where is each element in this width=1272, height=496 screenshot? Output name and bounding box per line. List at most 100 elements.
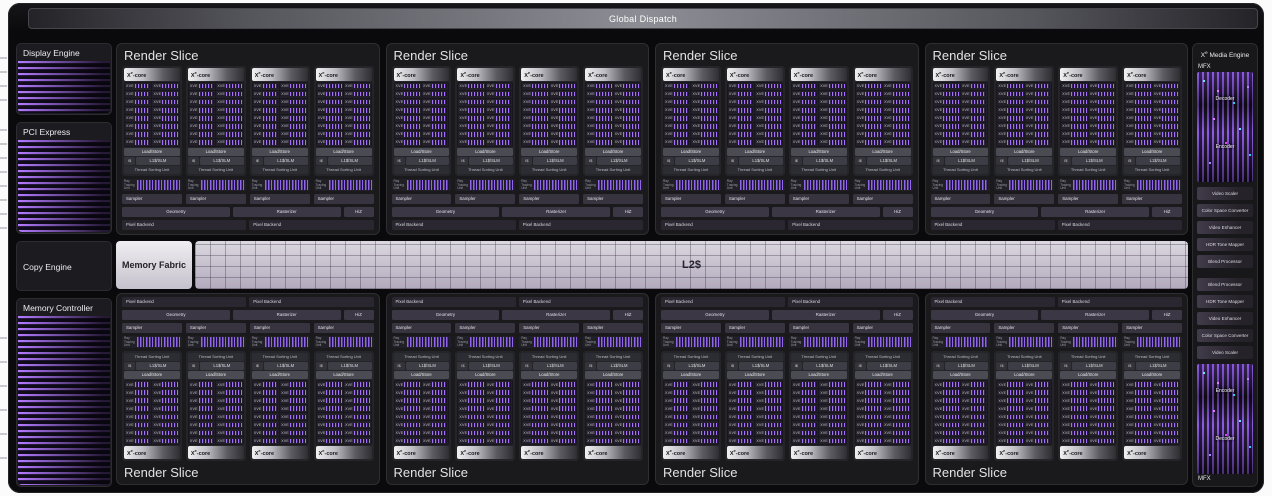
xve-hatch-icon — [1007, 415, 1023, 419]
ray-tracing-unit-label: Ray Tracing Unit — [186, 336, 201, 348]
geometry-row: GeometryRasterizerHiZ — [392, 207, 644, 217]
xve-unit: XVE — [792, 421, 818, 428]
ray-tracing-unit-label: Ray Tracing Unit — [250, 179, 265, 191]
xve-unit: XVE — [819, 397, 845, 404]
xve-label: XVE — [254, 383, 262, 387]
xve-unit: XVE — [1089, 413, 1115, 420]
ray-tracing-unit-label: Ray Tracing Unit — [519, 179, 534, 191]
xve-label: XVE — [1090, 84, 1098, 88]
xve-hatch-icon — [468, 382, 484, 386]
xve-label: XVE — [615, 92, 623, 96]
xve-unit: XVE — [997, 131, 1023, 138]
xe-core-label-suffix: -core — [800, 73, 813, 79]
xve-unit: XVE — [253, 91, 279, 98]
xve-hatch-icon — [1071, 108, 1087, 112]
xve-label: XVE — [523, 439, 531, 443]
sampler-unit: Sampler — [314, 323, 374, 333]
xve-label: XVE — [1154, 431, 1162, 435]
xve-label: XVE — [587, 423, 595, 427]
load-store-unit: Load/Store — [394, 148, 450, 156]
xve-hatch-icon — [1007, 116, 1023, 120]
xve-label: XVE — [962, 108, 970, 112]
xve-unit: XVE — [1153, 389, 1179, 396]
xve-unit: XVE — [522, 429, 548, 436]
xe-core-label: Xe-core — [316, 446, 372, 459]
xve-unit: XVE — [819, 139, 845, 146]
ray-tracing-unit-label: Ray Tracing Unit — [186, 179, 201, 191]
l1-slm-cache: L1$/SLM — [328, 157, 372, 165]
xve-unit: XVE — [856, 437, 882, 444]
xve-unit: XVE — [189, 91, 215, 98]
media-processing-block: Color Space Converter — [1197, 329, 1253, 342]
xve-unit: XVE — [317, 91, 343, 98]
xve-hatch-icon — [1007, 423, 1023, 427]
xve-label: XVE — [487, 391, 495, 395]
xve-label: XVE — [190, 108, 198, 112]
instruction-cache: I$ — [252, 362, 263, 370]
sampler-unit: Sampler — [1058, 323, 1118, 333]
xve-hatch-icon — [290, 415, 306, 419]
xve-unit: XVE — [280, 413, 306, 420]
xve-unit: XVE — [1061, 389, 1087, 396]
xve-hatch-icon — [596, 382, 612, 386]
xve-hatch-icon — [496, 132, 512, 136]
xve-label: XVE — [345, 108, 353, 112]
rtu-hatch-icon — [137, 337, 180, 347]
xve-label: XVE — [459, 116, 467, 120]
xve-unit: XVE — [1089, 131, 1115, 138]
xve-hatch-icon — [596, 423, 612, 427]
xve-grid: XVEXVEXVEXVEXVEXVEXVEXVEXVEXVEXVEXVEXVEX… — [996, 82, 1052, 147]
xve-unit: XVE — [1153, 131, 1179, 138]
mfx-top-encoder-label: Encoder — [1197, 144, 1253, 150]
l1-slm-cache: L1$/SLM — [675, 157, 719, 165]
xve-label: XVE — [615, 132, 623, 136]
xve-unit: XVE — [395, 429, 421, 436]
xve-unit: XVE — [550, 83, 576, 90]
xve-hatch-icon — [802, 382, 818, 386]
xve-unit: XVE — [1089, 421, 1115, 428]
cache-row: I$L1$/SLM — [521, 362, 577, 370]
cache-row: I$L1$/SLM — [394, 157, 450, 165]
xve-label: XVE — [254, 407, 262, 411]
xve-hatch-icon — [1162, 108, 1178, 112]
xve-label: XVE — [345, 415, 353, 419]
memory-fabric-label: Memory Fabric — [116, 241, 192, 289]
xve-hatch-icon — [135, 382, 151, 386]
xve-label: XVE — [523, 423, 531, 427]
instruction-cache: I$ — [188, 157, 199, 165]
xve-unit: XVE — [280, 107, 306, 114]
xve-unit: XVE — [856, 413, 882, 420]
xve-label: XVE — [487, 423, 495, 427]
sampler-row: SamplerSamplerSamplerSampler — [931, 194, 1183, 204]
xve-hatch-icon — [199, 108, 215, 112]
l2-cache-label: L2$ — [682, 259, 701, 271]
media-processing-block: Color Space Converter — [1197, 204, 1253, 217]
xve-unit: XVE — [152, 115, 178, 122]
xve-label: XVE — [884, 132, 892, 136]
ray-tracing-unit: Ray Tracing Unit — [583, 336, 643, 348]
xve-grid: XVEXVEXVEXVEXVEXVEXVEXVEXVEXVEXVEXVEXVEX… — [1124, 82, 1180, 147]
xve-unit: XVE — [317, 389, 343, 396]
xve-label: XVE — [318, 116, 326, 120]
xve-label: XVE — [551, 108, 559, 112]
xve-hatch-icon — [326, 382, 342, 386]
xve-label: XVE — [551, 431, 559, 435]
xve-unit: XVE — [934, 99, 960, 106]
l1-slm-cache: L1$/SLM — [533, 362, 577, 370]
xve-hatch-icon — [532, 431, 548, 435]
xve-hatch-icon — [135, 92, 151, 96]
xve-unit: XVE — [1025, 115, 1051, 122]
xve-hatch-icon — [404, 100, 420, 104]
xve-label: XVE — [615, 407, 623, 411]
xve-unit: XVE — [856, 429, 882, 436]
xve-hatch-icon — [432, 398, 448, 402]
xve-unit: XVE — [125, 421, 151, 428]
xve-unit: XVE — [934, 429, 960, 436]
xve-label: XVE — [1062, 439, 1070, 443]
xve-hatch-icon — [559, 124, 575, 128]
xve-label: XVE — [487, 108, 495, 112]
instruction-cache: I$ — [316, 157, 327, 165]
xve-hatch-icon — [738, 124, 754, 128]
mfx-bottom-label: MFX — [1198, 476, 1253, 482]
xve-hatch-icon — [738, 100, 754, 104]
